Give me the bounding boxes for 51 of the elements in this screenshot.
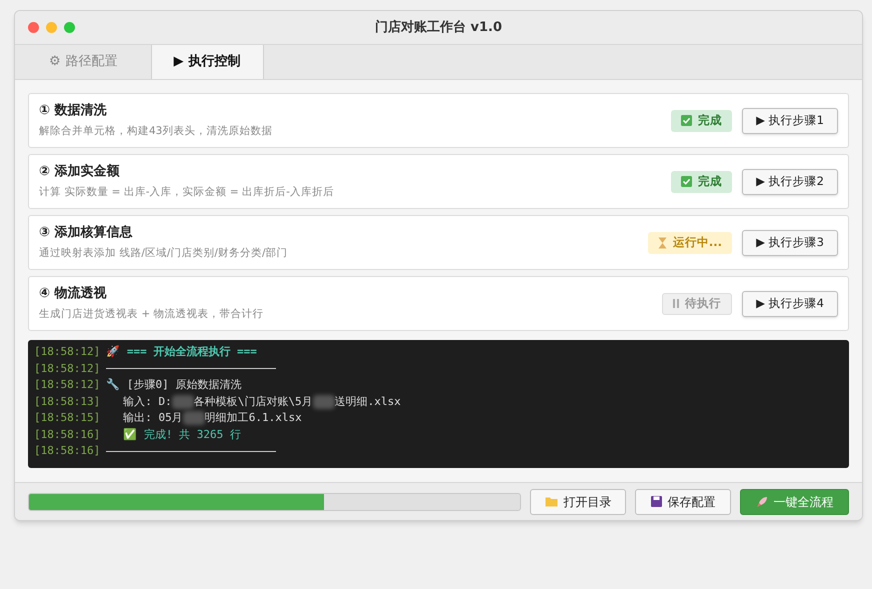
log-timestamp: [18:58:16] bbox=[34, 443, 100, 459]
step-title: ② 添加实金额 bbox=[39, 162, 121, 182]
log-timestamp: [18:58:12] bbox=[34, 377, 100, 393]
close-button[interactable] bbox=[28, 22, 39, 33]
log-timestamp: [18:58:16] bbox=[34, 426, 100, 442]
folder-icon bbox=[544, 496, 558, 507]
log-text: 输出: 05月 bbox=[123, 410, 183, 426]
step-description: 计算 实际数量 = 出库-入库，实际金额 = 出库折后-入库折后 bbox=[39, 184, 335, 200]
log-text: ✅ 完成! 共 3265 行 bbox=[123, 426, 241, 442]
step-description: 解除合并单元格，构建43列表头，清洗原始数据 bbox=[39, 124, 274, 139]
hourglass-icon bbox=[658, 236, 667, 248]
status-badge: 运行中... bbox=[648, 232, 732, 254]
tab-icon: ⚙ bbox=[49, 52, 61, 72]
blurred-region bbox=[182, 411, 205, 426]
log-text: 明细加工6.1.xlsx bbox=[204, 410, 302, 426]
status-badge: 完成 bbox=[671, 110, 732, 132]
step-title: ③ 添加核算信息 bbox=[39, 224, 134, 242]
toolbar-button[interactable]: 保存配置 bbox=[635, 488, 731, 514]
step-title: ① 数据清洗 bbox=[39, 102, 108, 120]
tab[interactable]: ▶ 执行控制 bbox=[150, 44, 264, 79]
blurred-region bbox=[312, 394, 335, 409]
step-description: 通过映射表添加 线路/区域/门店类别/财务分类/部门 bbox=[39, 246, 288, 261]
log-text: 🔧 [步骤0] 原始数据清洗 bbox=[106, 377, 242, 393]
toolbar-button[interactable]: 打开目录 bbox=[530, 488, 626, 514]
log-timestamp: [18:58:12] bbox=[34, 360, 100, 376]
log-text: 🚀 === 开始全流程执行 === bbox=[106, 344, 257, 360]
tab-label: 路径配置 bbox=[66, 53, 118, 72]
run-step-button[interactable]: ▶ 执行步骤3 bbox=[742, 230, 838, 256]
log-timestamp: [18:58:13] bbox=[34, 394, 100, 410]
window-title: 门店对账工作台 v1.0 bbox=[374, 18, 502, 37]
status-badge: 待执行 bbox=[662, 292, 732, 314]
step-description: 生成门店进货透视表 + 物流透视表，带合计行 bbox=[39, 306, 264, 322]
run-step-button[interactable]: ▶ 执行步骤1 bbox=[742, 108, 838, 134]
step-title: ④ 物流透视 bbox=[39, 284, 108, 304]
rocket-icon bbox=[756, 496, 768, 508]
pause-icon bbox=[673, 299, 679, 308]
run-step-button[interactable]: ▶ 执行步骤4 bbox=[742, 290, 838, 316]
log-timestamp: [18:58:15] bbox=[34, 410, 100, 426]
minimize-button[interactable] bbox=[46, 22, 57, 33]
status-badge: 完成 bbox=[671, 170, 732, 192]
log-timestamp: [18:58:12] bbox=[34, 344, 100, 360]
blurred-region bbox=[172, 394, 194, 409]
run-step-button[interactable]: ▶ 执行步骤2 bbox=[742, 168, 838, 194]
tab-icon: ▶ bbox=[174, 52, 184, 72]
tab-label: 执行控制 bbox=[188, 53, 241, 72]
log-text: 送明细.xlsx bbox=[334, 394, 401, 410]
checkbox-icon bbox=[681, 176, 692, 187]
log-text: 各种模板\门店对账\5月 bbox=[194, 394, 313, 410]
maximize-button[interactable] bbox=[64, 22, 75, 33]
log-text: 输入: D: bbox=[123, 394, 172, 410]
checkbox-icon bbox=[681, 115, 692, 126]
